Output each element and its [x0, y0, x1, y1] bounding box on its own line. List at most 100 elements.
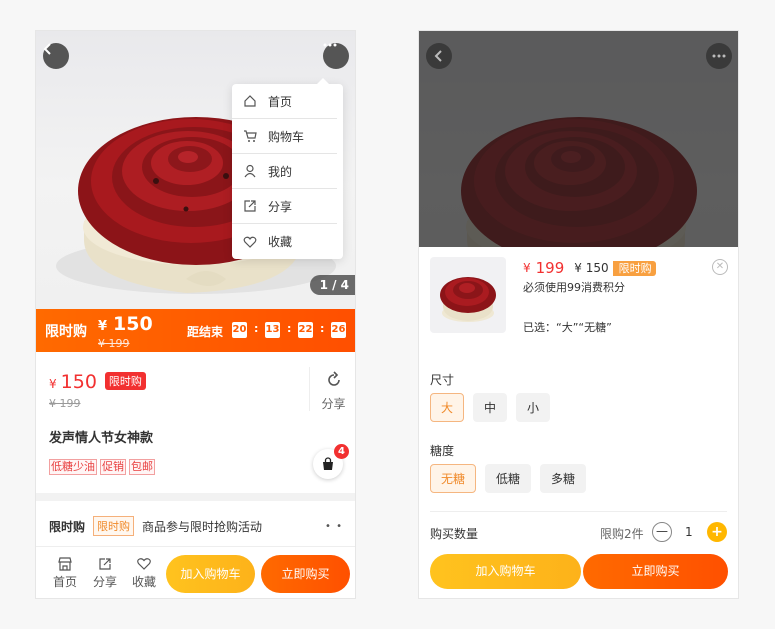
menu-item-share[interactable]: 分享	[232, 189, 337, 224]
quantity-value[interactable]: 1	[685, 525, 693, 539]
back-arrow-icon	[434, 50, 442, 62]
sku-price-row: ¥199 ¥ 150 限时购	[523, 259, 656, 277]
share-refresh-icon	[327, 371, 340, 386]
floating-cart-button[interactable]: 4	[313, 444, 349, 479]
share-label: 分享	[321, 397, 346, 411]
quantity-increment-button[interactable]: +	[707, 522, 727, 542]
sugar-option-none[interactable]: 无糖	[430, 464, 477, 493]
more-menu: 首页 购物车 我的 分享 收藏	[232, 78, 343, 259]
countdown-seconds: 26	[331, 322, 346, 338]
bottom-nav-home[interactable]: 首页	[48, 556, 82, 590]
countdown-separator: :	[320, 322, 325, 335]
more-dots-icon	[712, 54, 726, 58]
sugar-option-low[interactable]: 低糖	[485, 464, 532, 493]
flash-price-amount: 150	[113, 313, 153, 335]
add-to-cart-button[interactable]: 加入购物车	[430, 554, 581, 589]
back-arrow-icon	[43, 43, 51, 55]
original-price: ¥ 199	[49, 397, 81, 410]
buy-now-button[interactable]: 立即购买	[583, 554, 728, 589]
product-tag: 低糖少油	[49, 459, 97, 475]
sku-old-price: ¥ 150	[574, 261, 609, 275]
section-divider	[36, 493, 355, 501]
bottom-nav-label: 首页	[52, 575, 77, 589]
cake-thumbnail-image	[440, 277, 496, 322]
flash-sale-tag: 限时购	[45, 324, 87, 340]
flash-price: ¥150	[98, 313, 153, 335]
buy-now-button[interactable]: 立即购买	[261, 555, 350, 593]
heart-icon	[137, 558, 151, 570]
menu-item-label: 首页	[268, 94, 293, 109]
bottom-action-bar: 首页 分享 收藏 加入购物车 立即购买	[36, 546, 355, 598]
current-price: 150	[60, 371, 97, 393]
quantity-limit: 限购2件	[600, 527, 644, 541]
promo-more-icon[interactable]: • •	[325, 521, 343, 532]
shopping-bag-icon	[323, 457, 333, 470]
bottom-nav-favorite[interactable]: 收藏	[127, 556, 161, 590]
share-icon	[242, 198, 258, 214]
menu-item-mine[interactable]: 我的	[232, 154, 337, 189]
size-option-small[interactable]: 小	[516, 393, 551, 422]
menu-item-label: 收藏	[268, 235, 293, 249]
sku-price: 199	[535, 259, 565, 277]
flash-sale-badge: 限时购	[104, 372, 146, 390]
sugar-options: 无糖 低糖 多糖	[430, 464, 587, 493]
menu-item-cart[interactable]: 购物车	[232, 119, 337, 154]
sugar-label: 糖度	[430, 444, 455, 458]
product-tag: 包邮	[129, 459, 155, 475]
menu-item-favorite[interactable]: 收藏	[232, 224, 337, 259]
menu-item-label: 我的	[268, 164, 293, 179]
bottom-nav-label: 收藏	[131, 575, 156, 589]
menu-item-label: 分享	[268, 199, 293, 214]
size-option-large[interactable]: 大	[430, 393, 465, 422]
heart-icon	[242, 234, 258, 250]
add-to-cart-button[interactable]: 加入购物车	[166, 555, 255, 593]
user-icon	[242, 163, 258, 179]
cart-icon	[242, 128, 258, 144]
promo-label: 限时购	[49, 519, 86, 534]
flash-sale-badge: 限时购	[612, 260, 656, 276]
promo-row[interactable]: 限时购 限时购 商品参与限时抢购活动	[49, 516, 262, 536]
bottom-nav-share[interactable]: 分享	[88, 556, 122, 590]
product-tag: 促销	[100, 459, 126, 475]
size-options: 大 中 小	[430, 393, 551, 422]
menu-item-home[interactable]: 首页	[232, 84, 337, 119]
flash-sale-bar: 限时购 ¥150 ¥ 199 距结束 20 : 13 : 22 : 26	[36, 309, 355, 352]
product-title: 发声情人节女神款	[49, 431, 154, 446]
product-tags: 低糖少油 促销 包邮	[49, 459, 155, 475]
countdown-separator: :	[287, 322, 292, 335]
currency-symbol: ¥	[49, 377, 57, 391]
sku-thumbnail	[430, 257, 506, 333]
share-icon	[99, 558, 111, 570]
currency-symbol: ¥	[98, 319, 108, 334]
cart-count-badge: 4	[334, 444, 349, 459]
image-counter: 1 / 4	[309, 275, 355, 295]
size-option-medium[interactable]: 中	[473, 393, 508, 422]
sku-sheet: ¥199 ¥ 150 限时购 必须使用99消费积分 已选：“大”“无糖” ✕ 尺寸 …	[419, 247, 738, 598]
more-button[interactable]	[323, 43, 349, 69]
dim-overlay[interactable]	[419, 31, 738, 247]
points-note: 必须使用99消费积分	[523, 281, 625, 294]
countdown-separator: :	[254, 322, 259, 335]
selected-options-note: 已选：“大”“无糖”	[523, 321, 612, 334]
bottom-nav-label: 分享	[92, 575, 117, 589]
share-button[interactable]: 分享	[309, 367, 355, 411]
quantity-decrement-button[interactable]: —	[652, 522, 672, 542]
divider	[430, 511, 727, 512]
back-button[interactable]	[426, 43, 452, 69]
size-label: 尺寸	[430, 373, 455, 387]
promo-tag: 限时购	[93, 516, 135, 536]
countdown-hours: 13	[265, 322, 280, 338]
more-dots-icon	[323, 43, 337, 47]
home-icon	[242, 93, 258, 109]
more-button[interactable]	[706, 43, 732, 69]
sugar-option-high[interactable]: 多糖	[540, 464, 587, 493]
countdown-days: 20	[232, 322, 247, 338]
store-icon	[58, 557, 72, 571]
countdown-label: 距结束	[187, 325, 224, 339]
back-button[interactable]	[43, 43, 69, 69]
close-icon[interactable]: ✕	[712, 259, 728, 275]
price-row: ¥150 限时购	[49, 371, 146, 393]
quantity-label: 购买数量	[430, 527, 479, 541]
product-detail-screen: 1 / 4 首页 购物车 我的 分享 收藏 限时购 ¥150 ¥ 199 距结束…	[35, 30, 356, 599]
promo-description: 商品参与限时抢购活动	[142, 519, 263, 534]
